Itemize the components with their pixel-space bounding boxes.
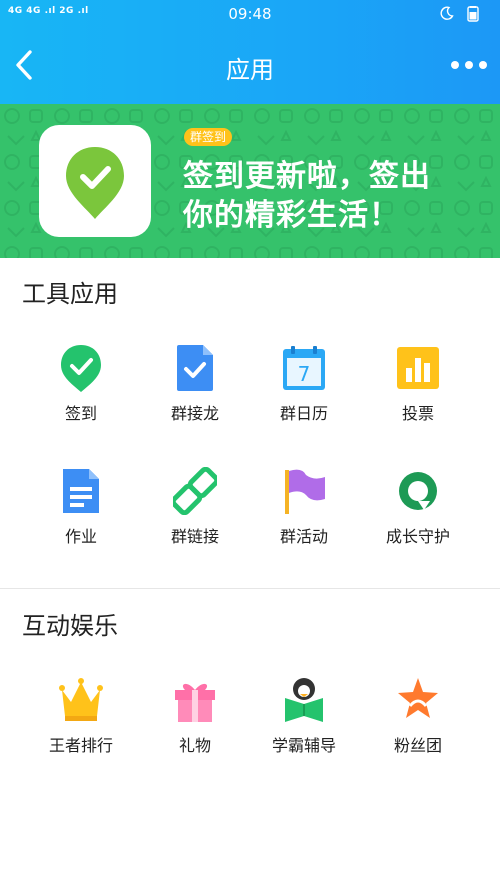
tutor-book-icon xyxy=(285,678,323,722)
calendar-day: 7 xyxy=(298,362,311,386)
app-label: 群日历 xyxy=(279,404,328,423)
fan-star-icon xyxy=(398,678,438,718)
guard-icon xyxy=(399,472,437,510)
app-vote[interactable]: 投票 xyxy=(368,344,468,444)
moon-icon xyxy=(440,6,454,20)
vote-icon xyxy=(397,347,439,389)
app-label: 群接龙 xyxy=(170,404,219,423)
app-tutor[interactable]: 学霸辅导 xyxy=(254,676,354,776)
app-calendar[interactable]: 7 群日历 xyxy=(254,344,354,444)
banner-headline-1: 签到更新啦，签出 xyxy=(183,159,431,194)
banner-tag: 群签到 xyxy=(184,128,233,146)
checkin-pin-icon xyxy=(66,147,124,219)
gift-icon xyxy=(175,683,215,722)
battery-icon xyxy=(467,6,479,22)
app-king-ranking[interactable]: 王者排行 xyxy=(31,676,131,776)
more-button[interactable] xyxy=(450,56,488,74)
app-link[interactable]: 群链接 xyxy=(145,467,245,567)
top-bar: 4G 4G .ıl 2G .ıl 09:48 应用 xyxy=(0,0,500,104)
app-homework[interactable]: 作业 xyxy=(31,467,131,567)
app-label: 粉丝团 xyxy=(393,736,442,755)
calendar-icon: 7 xyxy=(283,346,325,390)
banner-headline-2: 你的精彩生活！ xyxy=(183,198,400,233)
app-label: 礼物 xyxy=(178,736,211,755)
app-label: 王者排行 xyxy=(48,736,113,755)
page-title: 应用 xyxy=(226,56,274,84)
app-guard[interactable]: 成长守护 xyxy=(368,467,468,567)
app-label: 成长守护 xyxy=(385,527,450,546)
app-label: 学霸辅导 xyxy=(271,736,336,755)
flag-icon xyxy=(285,469,325,514)
banner-checkin-icon xyxy=(39,125,151,237)
app-gift[interactable]: 礼物 xyxy=(145,676,245,776)
section-title-entertainment: 互动娱乐 xyxy=(22,612,118,640)
section-divider xyxy=(0,588,500,589)
app-fan-club[interactable]: 粉丝团 xyxy=(368,676,468,776)
app-label: 签到 xyxy=(64,404,97,423)
status-bar: 4G 4G .ıl 2G .ıl 09:48 xyxy=(0,0,500,28)
homework-icon xyxy=(63,469,99,513)
section-title-tools: 工具应用 xyxy=(22,280,118,308)
app-checkin[interactable]: 签到 xyxy=(31,344,131,444)
app-activity[interactable]: 群活动 xyxy=(254,467,354,567)
relay-doc-icon xyxy=(177,345,213,391)
link-icon xyxy=(173,467,217,515)
status-time: 09:48 xyxy=(228,5,272,23)
app-label: 作业 xyxy=(64,527,97,546)
app-relay[interactable]: 群接龙 xyxy=(145,344,245,444)
app-label: 群链接 xyxy=(170,527,219,546)
app-label: 投票 xyxy=(401,404,434,423)
checkin-icon xyxy=(61,345,101,392)
app-label: 群活动 xyxy=(279,527,328,546)
crown-icon xyxy=(59,678,103,721)
